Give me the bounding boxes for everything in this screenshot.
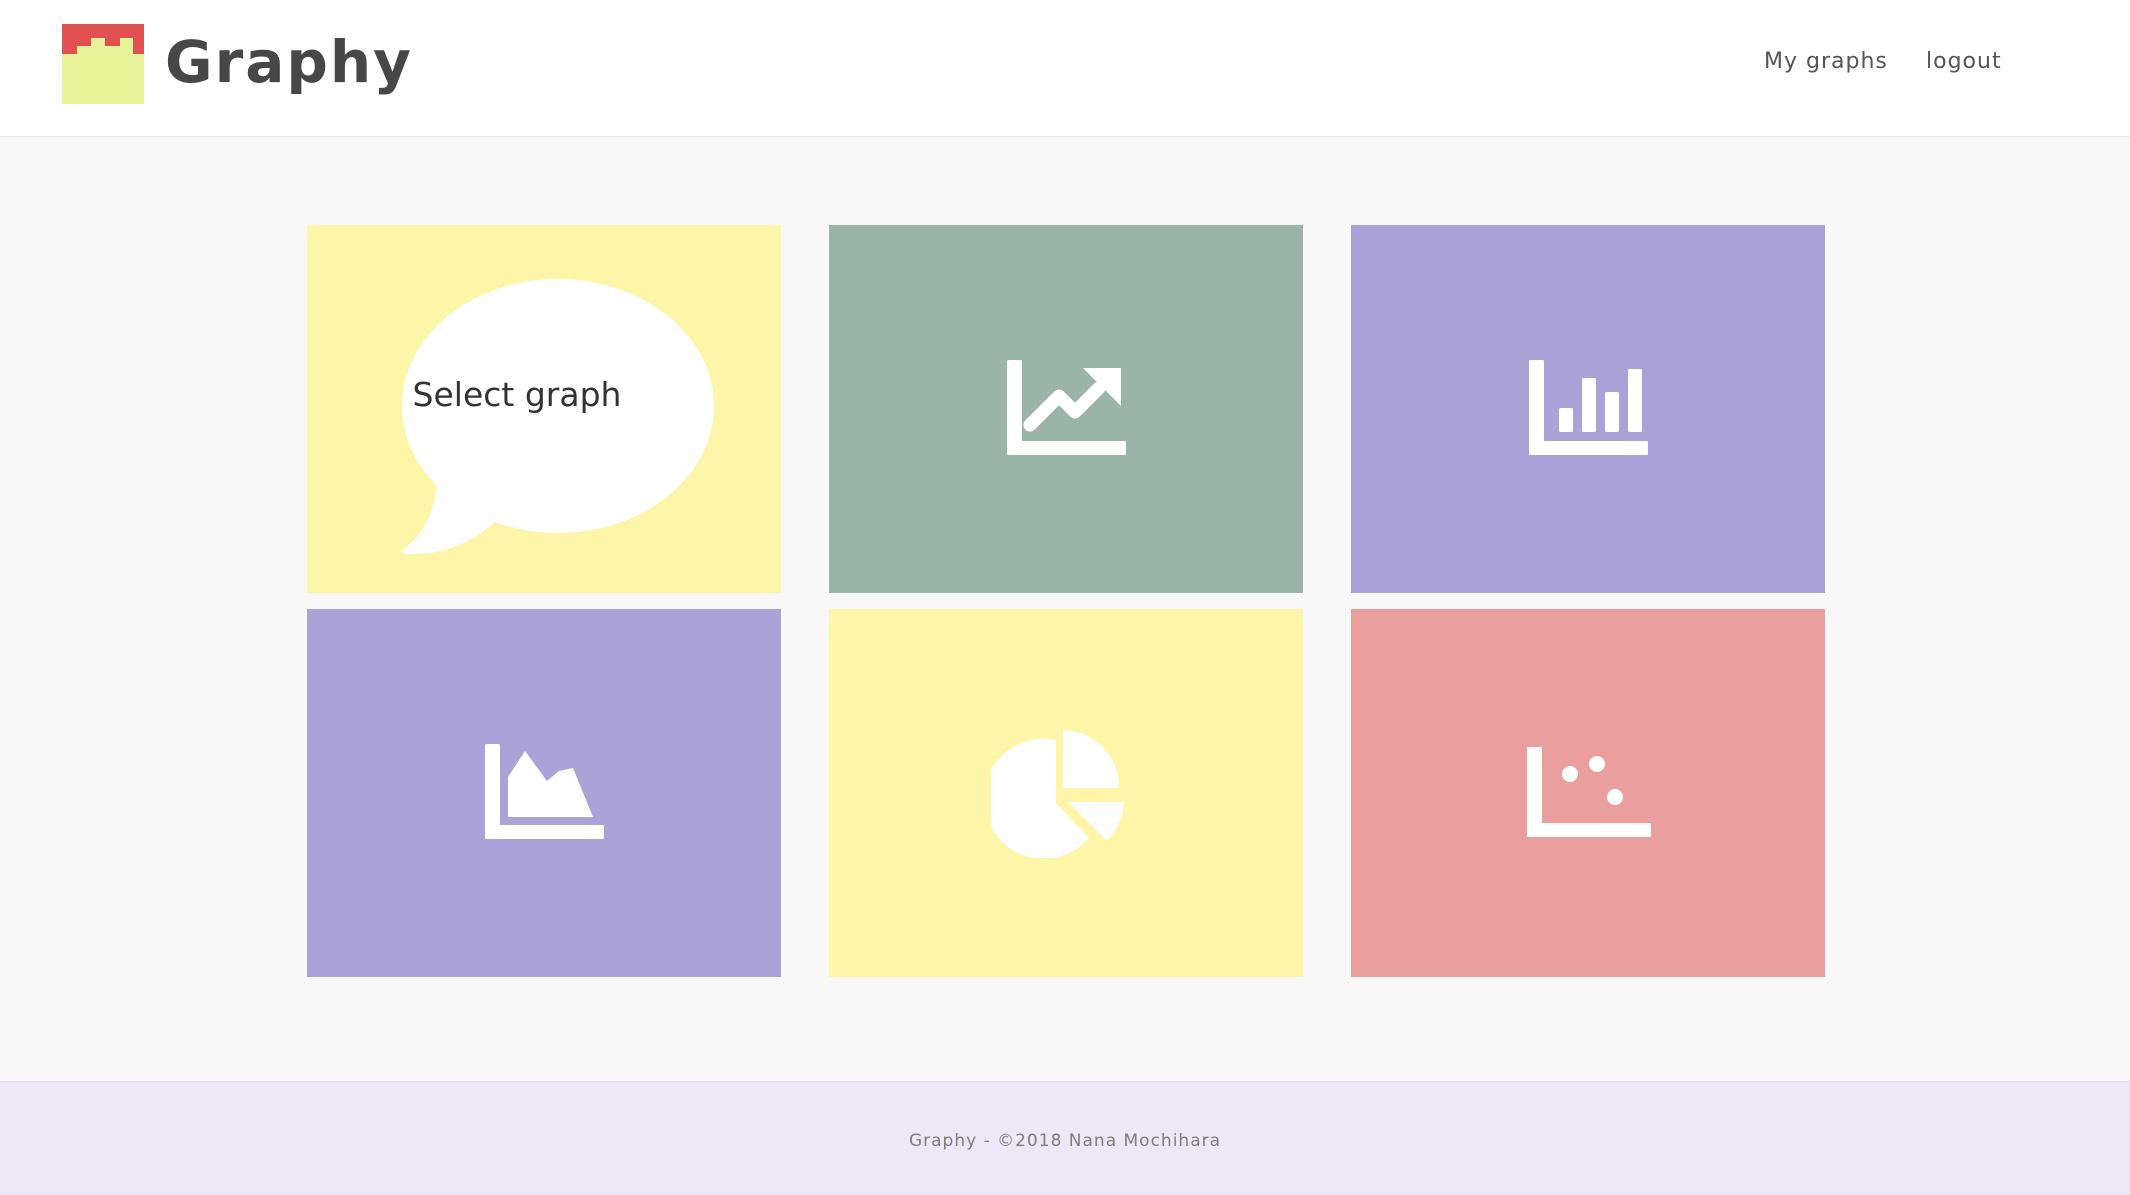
nav-my-graphs-link[interactable]: My graphs [1764,46,1888,78]
pie-chart-icon [991,730,1124,858]
footer: Graphy - ©2018 Nana Mochihara [0,1081,2130,1195]
select-graph-tile: Select graph [307,225,781,593]
area-chart-tile[interactable] [307,609,781,977]
nav-logout-link[interactable]: logout [1926,46,2002,78]
area-chart-icon [485,744,604,839]
graphy-logo[interactable] [62,24,144,104]
brand-name[interactable]: Graphy [165,24,413,100]
footer-copyright: Graphy - ©2018 Nana Mochihara [908,1131,1222,1151]
scatter-chart-icon [1527,747,1651,837]
line-chart-icon [1007,360,1126,455]
bar-chart-tile[interactable] [1351,225,1825,593]
pie-chart-tile[interactable] [829,609,1303,977]
scatter-chart-tile[interactable] [1351,609,1825,977]
bar-chart-icon [1529,360,1648,455]
line-chart-tile[interactable] [829,225,1303,593]
select-graph-label: Select graph [412,375,622,414]
header: Graphy My graphs logout [0,0,2130,137]
